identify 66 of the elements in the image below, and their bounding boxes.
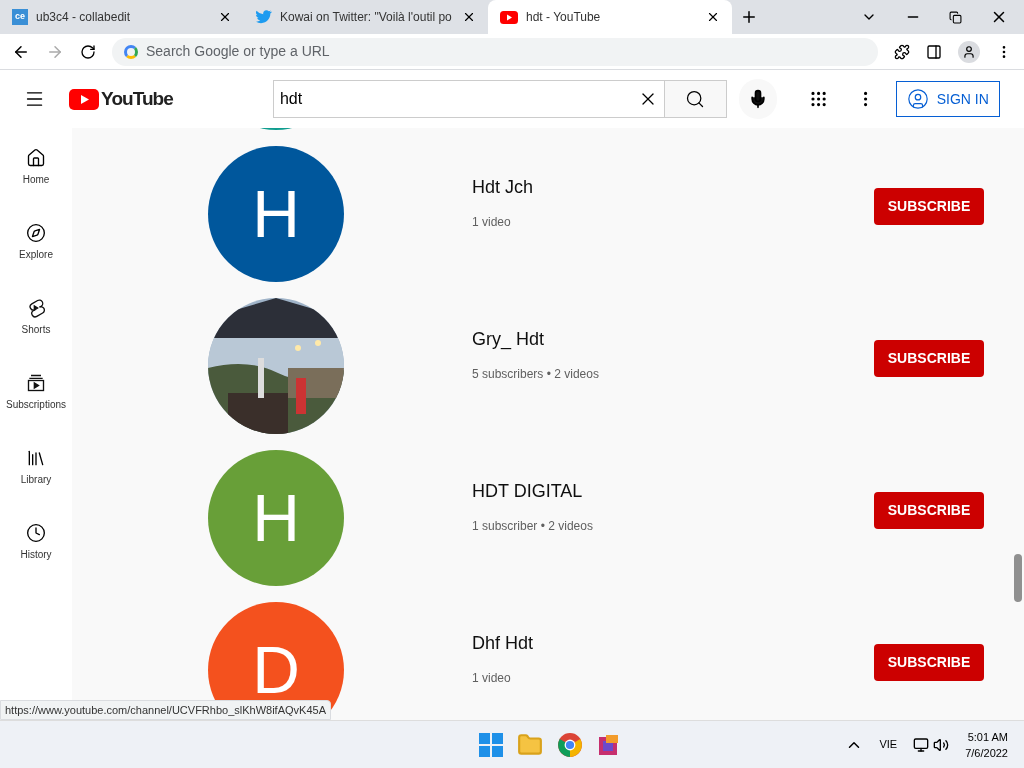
bird-icon	[256, 10, 272, 24]
browser-tab[interactable]: ce ub3c4 - collabedit	[0, 0, 244, 34]
close-icon[interactable]	[706, 10, 720, 24]
subscribe-button[interactable]: SUBSCRIBE	[874, 491, 984, 529]
library-icon	[26, 448, 46, 468]
sidebar-item[interactable]: Subscriptions	[0, 373, 72, 412]
tab-title: Kowai on Twitter: "Voilà l'outil po	[280, 9, 453, 26]
channel-name[interactable]: Hdt Jch	[472, 173, 874, 201]
profile-avatar[interactable]	[958, 40, 980, 63]
close-icon[interactable]	[462, 10, 476, 24]
subscribe-button[interactable]: SUBSCRIBE	[874, 643, 984, 681]
tab-title: hdt - YouTube	[526, 9, 602, 26]
subscribe-button[interactable]: SUBSCRIBE	[874, 339, 984, 377]
search-icon	[685, 89, 706, 109]
mic-button[interactable]	[738, 79, 778, 119]
channel-meta: 1 video	[472, 213, 512, 231]
shorts-icon	[26, 298, 46, 318]
new-tab-icon[interactable]	[740, 8, 758, 26]
sign-in-button[interactable]: SIGN IN	[895, 81, 1000, 117]
channel-name[interactable]: HDT DIGITAL	[472, 477, 874, 505]
channel-meta: 1 video	[472, 669, 512, 687]
browser-tab[interactable]: hdt - YouTube	[488, 0, 732, 34]
subscribe-button[interactable]: SUBSCRIBE	[874, 187, 984, 225]
windows-start-icon[interactable]	[478, 732, 503, 757]
youtube-logo-icon	[69, 88, 100, 110]
apps-grid-icon[interactable]	[809, 89, 829, 109]
address-placeholder: Search Google or type a URL	[146, 42, 330, 61]
language-indicator[interactable]: VIE	[879, 736, 898, 753]
youtube-logo[interactable]: YouTube	[101, 84, 173, 114]
sidebar-item[interactable]: Home	[0, 148, 72, 187]
close-icon[interactable]	[218, 10, 232, 24]
account-icon	[906, 88, 929, 110]
play-logo-icon	[500, 10, 518, 24]
history-icon	[26, 523, 46, 543]
scrollbar-thumb[interactable]	[1014, 554, 1022, 602]
network-icon[interactable]	[913, 736, 930, 753]
sidebar-item[interactable]: Library	[0, 448, 72, 487]
reload-icon[interactable]	[80, 43, 96, 60]
channel-name[interactable]: Dhf Hdt	[472, 629, 874, 657]
app-icon[interactable]	[596, 732, 621, 757]
tab-title: ub3c4 - collabedit	[36, 9, 132, 26]
channel-avatar[interactable]: H	[208, 146, 344, 282]
search-value: hdt	[279, 89, 304, 109]
tab-favicon: ce	[12, 9, 28, 25]
volume-icon[interactable]	[933, 736, 950, 753]
clock[interactable]: 5:01 AM 7/6/2022	[965, 728, 1008, 761]
g-logo-icon	[124, 44, 138, 59]
puzzle-icon[interactable]	[894, 43, 910, 60]
home-icon	[26, 148, 46, 168]
channel-name[interactable]: Gry_ Hdt	[472, 325, 874, 353]
address-bar[interactable]: Search Google or type a URL	[112, 37, 878, 66]
channel-meta: 5 subscribers • 2 videos	[472, 365, 600, 383]
subscriptions-icon	[26, 373, 46, 393]
chrome-icon[interactable]	[556, 731, 583, 758]
person-icon	[962, 44, 976, 59]
compass-icon	[26, 223, 46, 243]
sidebar-item[interactable]: History	[0, 523, 72, 562]
url-tooltip: https://www.youtube.com/channel/UCVFRhbo_slKhW8ifAQvK45A	[0, 699, 331, 720]
sidebar-item[interactable]: Explore	[0, 223, 72, 262]
browser-tab[interactable]: Kowai on Twitter: "Voilà l'outil po	[244, 0, 488, 34]
channel-meta: 1 subscriber • 2 videos	[472, 517, 594, 535]
sidebar-item[interactable]: Shorts	[0, 298, 72, 337]
search-button[interactable]	[664, 80, 727, 118]
search-field[interactable]: hdt	[272, 80, 665, 118]
side-panel-icon[interactable]	[926, 43, 942, 60]
restore-icon[interactable]	[949, 10, 962, 24]
